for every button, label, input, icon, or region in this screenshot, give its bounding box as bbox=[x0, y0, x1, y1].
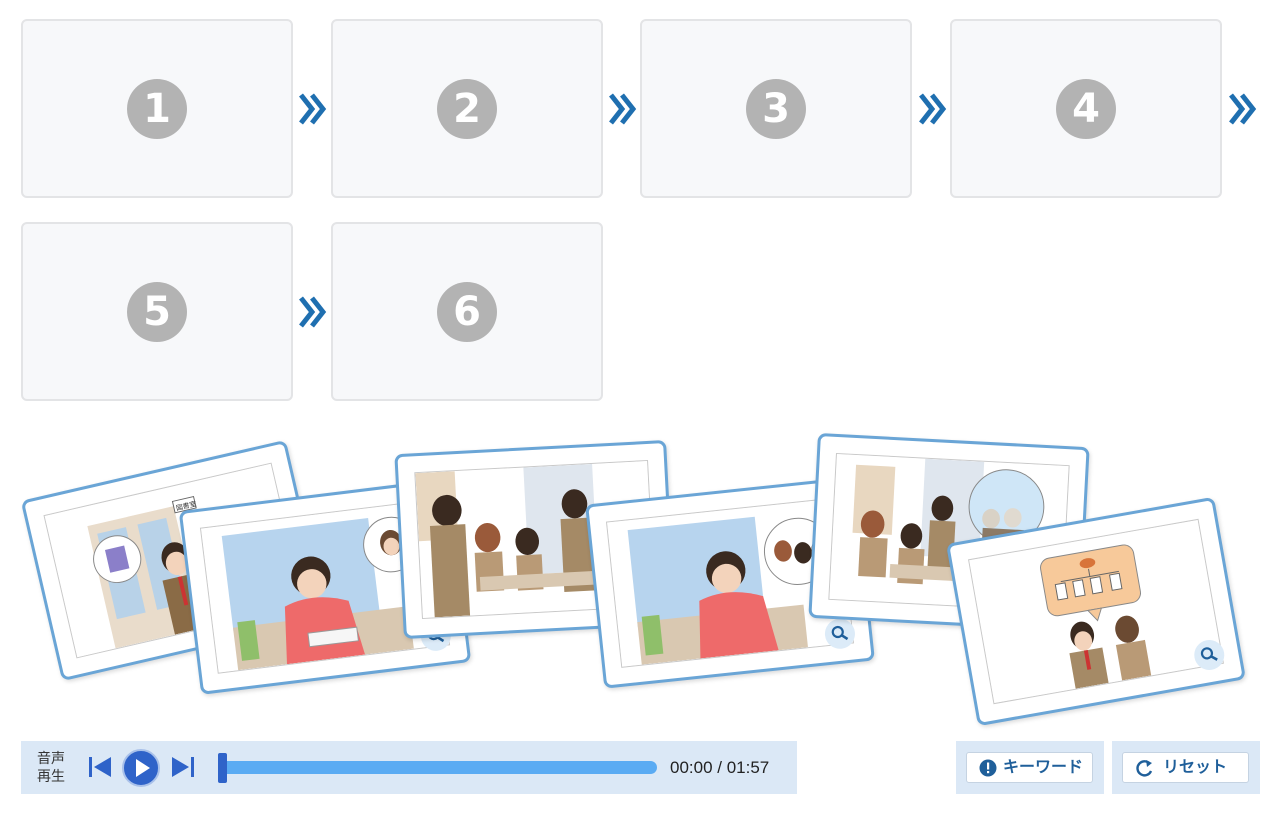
slot-1[interactable]: 1 bbox=[21, 19, 293, 198]
magnifier-icon bbox=[1200, 647, 1218, 661]
progress-handle[interactable] bbox=[218, 753, 227, 783]
slot-number-6: 6 bbox=[437, 281, 497, 342]
progress-track[interactable] bbox=[219, 761, 657, 774]
reset-panel: リセット bbox=[1112, 741, 1260, 794]
reset-icon bbox=[1136, 760, 1153, 777]
time-display: 00:00 / 01:57 bbox=[670, 758, 770, 777]
slot-6[interactable]: 6 bbox=[331, 222, 603, 401]
chevron-right-icon bbox=[299, 296, 327, 328]
reset-button[interactable]: リセット bbox=[1122, 752, 1249, 783]
chevron-right-icon bbox=[1229, 93, 1257, 125]
keyword-label: キーワード bbox=[1003, 759, 1084, 776]
keyword-button[interactable]: キーワード bbox=[966, 752, 1093, 783]
audio-label-line1: 音声 bbox=[37, 750, 65, 766]
skip-forward-button[interactable] bbox=[170, 753, 196, 781]
audio-label: 音声 再生 bbox=[37, 749, 69, 785]
slot-4[interactable]: 4 bbox=[950, 19, 1222, 198]
slot-3[interactable]: 3 bbox=[640, 19, 912, 198]
slot-number-1: 1 bbox=[127, 78, 187, 139]
slot-5[interactable]: 5 bbox=[21, 222, 293, 401]
chevron-right-icon bbox=[299, 93, 327, 125]
play-button[interactable] bbox=[121, 748, 161, 788]
slot-number-3: 3 bbox=[746, 78, 806, 139]
skip-back-button[interactable] bbox=[87, 753, 113, 781]
slot-number-2: 2 bbox=[437, 78, 497, 139]
card-illustration bbox=[968, 518, 1224, 705]
stage: 1 2 3 4 5 6 図書室 音声 再生 00:00 / 01:57 キーワー… bbox=[0, 0, 1280, 814]
reset-label: リセット bbox=[1163, 759, 1228, 776]
audio-player: 音声 再生 00:00 / 01:57 bbox=[21, 741, 797, 794]
chevron-right-icon bbox=[609, 93, 637, 125]
zoom-button[interactable] bbox=[1191, 637, 1227, 673]
chevron-right-icon bbox=[919, 93, 947, 125]
slot-number-5: 5 bbox=[127, 281, 187, 342]
keyword-panel: キーワード bbox=[956, 741, 1104, 794]
magnifier-icon bbox=[831, 625, 849, 641]
slot-number-4: 4 bbox=[1056, 78, 1116, 139]
zoom-button[interactable] bbox=[823, 617, 857, 651]
audio-label-line2: 再生 bbox=[37, 768, 65, 784]
exclamation-icon bbox=[979, 759, 997, 777]
slot-2[interactable]: 2 bbox=[331, 19, 603, 198]
